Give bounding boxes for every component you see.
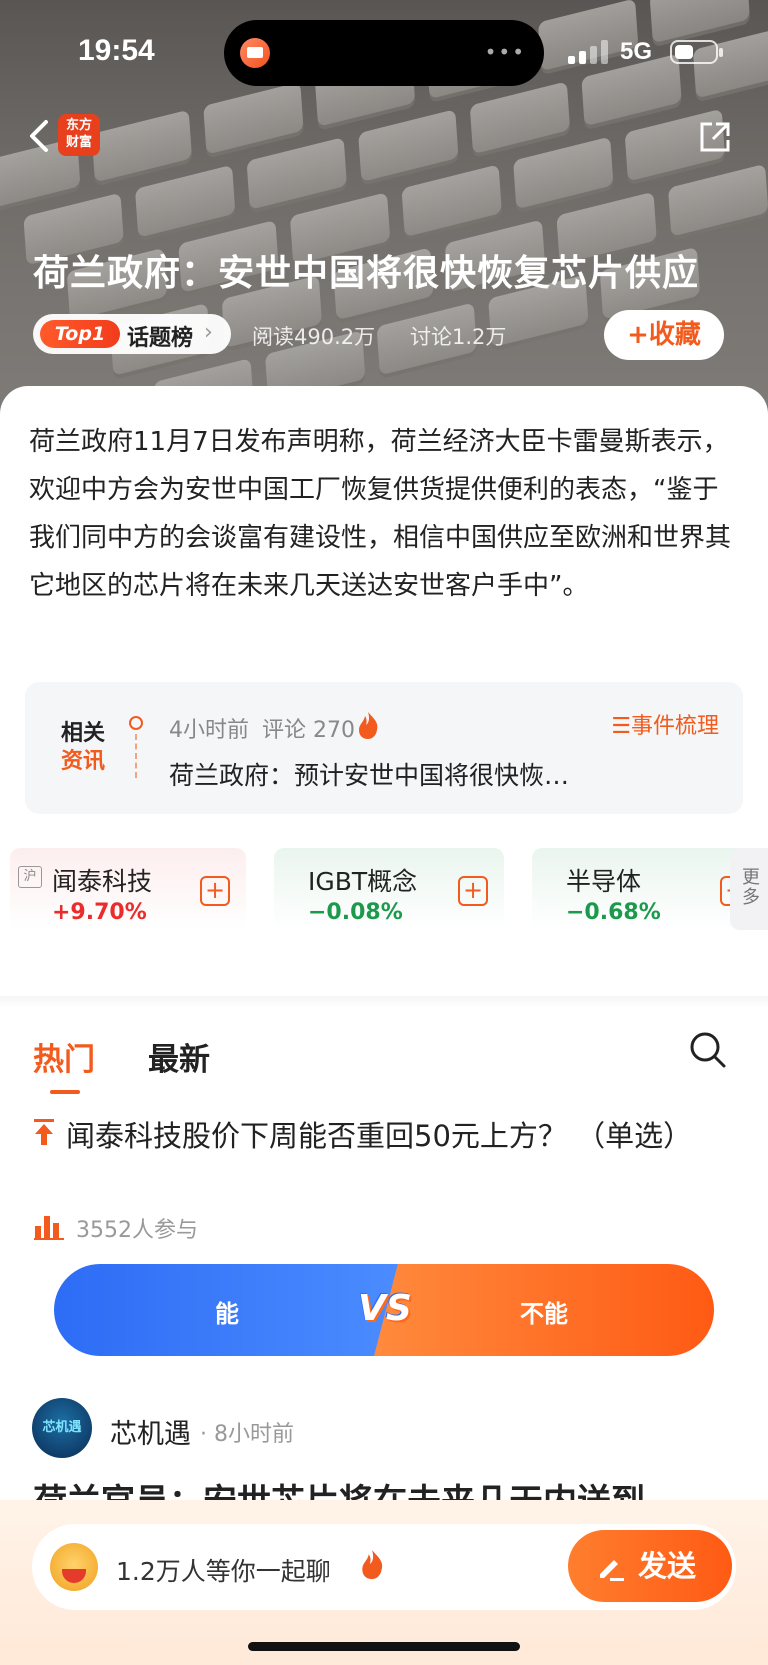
pen-icon: [600, 1560, 624, 1581]
vote-yes-button[interactable]: 能: [54, 1264, 400, 1356]
stock-name: 闻泰科技: [52, 867, 153, 896]
stock-change: +9.70%: [52, 900, 147, 925]
status-bar: 19:54 ••• 5G: [0, 0, 768, 100]
tab-latest[interactable]: 最新: [148, 1034, 210, 1079]
mail-icon: [240, 38, 270, 68]
more-stocks-button[interactable]: 更 多: [730, 848, 768, 930]
add-watchlist-button[interactable]: +: [458, 876, 488, 906]
topic-label: 话题榜: [127, 326, 194, 351]
stock-name: IGBT概念: [308, 867, 418, 896]
post-time: · 8小时前: [200, 1422, 294, 1447]
related-comments: 评论 270: [262, 718, 355, 743]
related-headline[interactable]: 荷兰政府：预计安世中国将很快恢…: [169, 756, 569, 792]
trending-up-icon: [34, 1119, 54, 1145]
signal-icon: [568, 40, 610, 64]
stock-name: 半导体: [566, 867, 642, 896]
section-divider: [0, 996, 768, 1008]
timeline-line: [135, 734, 137, 778]
active-tab-indicator: [50, 1090, 80, 1094]
timeline-dot-icon: [129, 716, 143, 730]
poll-participants: 3552人参与: [76, 1218, 198, 1243]
avatar[interactable]: 芯机遇: [32, 1398, 92, 1458]
bar-chart-icon: [34, 1216, 64, 1240]
related-stocks: 沪 闻泰科技 +9.70% + IGBT概念 −0.08% + 半导体 −0.6…: [0, 848, 768, 938]
fire-icon: [362, 1550, 383, 1580]
related-meta: 4小时前 评论 270: [169, 712, 355, 744]
related-time: 4小时前: [169, 718, 249, 743]
page-title: 荷兰政府：安世中国将很快恢复芯片供应: [33, 253, 700, 294]
favorite-button[interactable]: +收藏: [604, 310, 724, 360]
fire-icon: [359, 712, 378, 739]
author-name[interactable]: 芯机遇: [110, 1412, 191, 1451]
topic-summary: 荷兰政府11月7日发布声明称，荷兰经济大臣卡雷曼斯表示，欢迎中方会为安世中国工厂…: [29, 427, 732, 601]
stock-change: −0.68%: [566, 900, 661, 925]
read-count: 阅读490.2万: [252, 325, 376, 349]
tab-hot[interactable]: 热门: [33, 1034, 95, 1079]
battery-icon: [670, 40, 723, 64]
exchange-badge: 沪: [18, 866, 42, 888]
search-icon[interactable]: [688, 1030, 728, 1070]
vs-badge: VS: [358, 1288, 412, 1329]
stock-chip-igbt[interactable]: IGBT概念 −0.08% +: [274, 848, 504, 930]
app-logo[interactable]: 东方 财富: [58, 114, 100, 156]
topic-ranking-pill[interactable]: Top1 话题榜 ›: [33, 314, 231, 354]
share-icon[interactable]: [698, 120, 732, 154]
add-watchlist-button[interactable]: +: [200, 876, 230, 906]
event-summary-link[interactable]: ☰事件梳理: [611, 708, 719, 740]
network-type: 5G: [620, 38, 653, 65]
poll-question[interactable]: 闻泰科技股价下周能否重回50元上方？ （单选）: [66, 1112, 726, 1160]
related-news-card[interactable]: 相关 资讯 4小时前 评论 270 ☰事件梳理 荷兰政府：预计安世中国将很快恢…: [25, 682, 743, 814]
mascot-avatar: [50, 1543, 98, 1591]
discussion-count: 讨论1.2万: [410, 325, 507, 349]
related-news-mark: 相关 资讯: [61, 721, 106, 774]
back-arrow-icon[interactable]: [24, 116, 54, 156]
vote-no-button[interactable]: 不能: [374, 1264, 714, 1356]
top1-badge: Top1: [40, 320, 120, 348]
more-dots-icon: •••: [484, 40, 526, 64]
stock-chip-wentai[interactable]: 沪 闻泰科技 +9.70% +: [10, 848, 246, 930]
stock-change: −0.08%: [308, 900, 403, 925]
chevron-right-icon: ›: [204, 320, 213, 345]
dynamic-island: •••: [224, 20, 544, 86]
chat-prompt[interactable]: 1.2万人等你一起聊: [116, 1552, 331, 1588]
home-indicator: [248, 1642, 520, 1651]
send-button[interactable]: 发送: [568, 1530, 732, 1602]
status-time: 19:54: [78, 34, 155, 67]
